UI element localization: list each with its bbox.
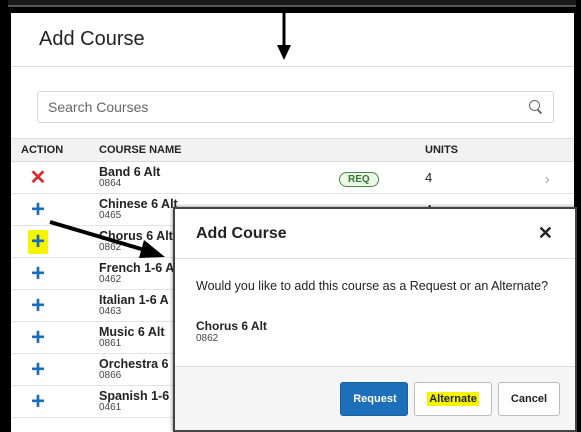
- row-action: +: [11, 357, 99, 382]
- course-name: Band 6 Alt: [99, 164, 161, 179]
- dialog-question: Would you like to add this course as a R…: [196, 279, 549, 293]
- column-header-course-name: COURSE NAME: [99, 144, 182, 156]
- add-plus-icon[interactable]: +: [31, 325, 45, 350]
- add-plus-icon[interactable]: +: [27, 229, 48, 254]
- dialog-course-name: Chorus 6 Alt: [196, 319, 267, 333]
- add-plus-icon[interactable]: +: [31, 357, 45, 382]
- annotation-arrow-diagonal: [49, 220, 165, 258]
- top-bar: [8, 0, 576, 7]
- row-action: +: [11, 261, 99, 286]
- chevron-right-icon[interactable]: ›: [545, 171, 550, 189]
- cancel-button[interactable]: Cancel: [497, 381, 560, 416]
- column-header-units: UNITS: [425, 144, 458, 156]
- alternate-button-label: Alternate: [427, 391, 479, 406]
- req-badge: REQ: [339, 171, 379, 187]
- dialog-body: Would you like to add this course as a R…: [175, 259, 575, 344]
- search-icon[interactable]: [529, 100, 543, 114]
- table-row[interactable]: ✕ Band 6 Alt 0864 REQ 4 ›: [11, 162, 574, 194]
- add-plus-icon[interactable]: +: [31, 261, 45, 286]
- add-plus-icon[interactable]: +: [31, 293, 45, 318]
- alternate-button[interactable]: Alternate: [414, 381, 492, 416]
- dialog-title: Add Course: [196, 224, 287, 242]
- row-action: +: [11, 293, 99, 318]
- request-button[interactable]: Request: [340, 381, 409, 416]
- row-action: ✕: [11, 168, 99, 188]
- dialog-header: Add Course ✕: [175, 209, 575, 259]
- row-action: +: [11, 389, 99, 414]
- annotation-arrow-down: [277, 9, 291, 60]
- row-action: +: [11, 325, 99, 350]
- panel-header: Add Course: [11, 13, 574, 67]
- column-header-action: ACTION: [21, 144, 64, 156]
- row-course: Band 6 Alt 0864: [99, 164, 339, 190]
- add-plus-icon[interactable]: +: [31, 197, 45, 222]
- panel-title: Add Course: [39, 28, 145, 50]
- remove-x-icon[interactable]: ✕: [30, 168, 47, 188]
- search-box[interactable]: [37, 91, 554, 123]
- search-input[interactable]: [48, 99, 494, 115]
- row-badge-cell: REQ: [339, 169, 425, 187]
- close-icon[interactable]: ✕: [538, 223, 553, 244]
- course-code: 0864: [99, 177, 122, 189]
- table-header: ACTION COURSE NAME UNITS: [11, 138, 574, 162]
- add-course-dialog: Add Course ✕ Would you like to add this …: [173, 207, 577, 432]
- search-area: [11, 67, 574, 123]
- dialog-footer: Request Alternate Cancel: [175, 366, 575, 430]
- course-units: 4: [425, 170, 433, 185]
- dialog-course-code: 0862: [196, 333, 219, 344]
- add-plus-icon[interactable]: +: [31, 389, 45, 414]
